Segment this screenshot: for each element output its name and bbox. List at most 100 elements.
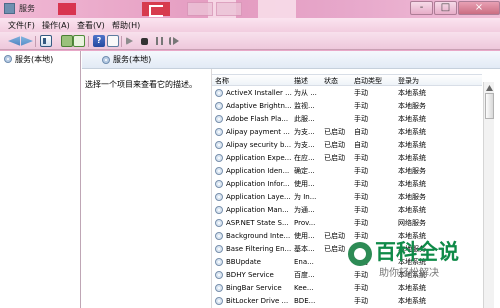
service-gear-icon [215, 115, 223, 123]
column-header-status[interactable]: 状态 [324, 76, 338, 86]
service-description-cell: 此服... [294, 115, 315, 123]
service-log-on-cell: 网络服务 [398, 219, 426, 227]
service-name-cell: Alipay security b... [226, 141, 292, 149]
maximize-button[interactable]: □ [434, 1, 457, 15]
service-name-cell: ASP.NET State S... [226, 219, 289, 227]
service-log-on-cell: 本地系统 [398, 115, 426, 123]
menu-item-file[interactable]: 文件(F) [8, 20, 35, 31]
service-log-on-cell: 本地系统 [398, 128, 426, 136]
table-row[interactable]: Alipay security b... 为支... 已启动 自动 本地系统 [212, 139, 482, 151]
service-gear-icon [215, 258, 223, 266]
table-row[interactable]: Application Expe... 在应... 已启动 手动 本地系统 [212, 152, 482, 164]
service-name-cell: BBUpdate [226, 258, 261, 266]
back-arrow-icon[interactable] [8, 36, 20, 46]
service-gear-icon [215, 180, 223, 188]
menu-item-help[interactable]: 帮助(H) [112, 20, 140, 31]
service-log-on-cell: 本地系统 [398, 154, 426, 162]
service-name-cell: Adaptive Brightn... [226, 102, 292, 110]
forward-arrow-icon[interactable] [21, 36, 33, 46]
table-row[interactable]: Application Infor... 使用... 手动 本地系统 [212, 178, 482, 190]
pause-service-icon[interactable] [156, 37, 163, 45]
start-service-icon[interactable] [126, 37, 133, 45]
toolbar-separator [88, 36, 89, 47]
service-log-on-cell: 本地系统 [398, 297, 426, 305]
service-name-cell: BDHY Service [226, 271, 274, 279]
service-name-cell: Background Inte... [226, 232, 291, 240]
service-gear-icon [215, 89, 223, 97]
scroll-up-arrow-icon[interactable] [486, 85, 493, 91]
minimize-button[interactable]: - [410, 1, 433, 15]
help-icon[interactable]: ? [93, 35, 105, 47]
vertical-scrollbar[interactable] [483, 82, 494, 308]
service-description-cell: BDE... [294, 297, 316, 305]
service-name-cell: Application Man... [226, 206, 289, 214]
service-gear-icon [215, 245, 223, 253]
service-gear-icon [215, 284, 223, 292]
service-log-on-cell: 本地服务 [398, 102, 426, 110]
service-name-cell: BingBar Service [226, 284, 282, 292]
service-status-cell: 已启动 [324, 128, 345, 136]
services-panel-header: 服务(本地) [82, 51, 500, 69]
stop-service-icon[interactable] [141, 38, 148, 45]
service-name-cell: Application Laye... [226, 193, 291, 201]
ghost-box-icon [187, 2, 213, 16]
services-panel-title: 服务(本地) [113, 55, 152, 64]
service-startup-type-cell: 手动 [354, 89, 368, 97]
tree-item-label: 服务(本地) [15, 54, 54, 64]
service-startup-type-cell: 自动 [354, 128, 368, 136]
tree-item-local-services[interactable]: 服务(本地) [4, 53, 78, 65]
close-button[interactable]: × [458, 1, 500, 15]
column-header-description[interactable]: 描述 [294, 76, 308, 86]
service-gear-icon [215, 206, 223, 214]
table-row[interactable]: ASP.NET State S... Prov... 手动 网络服务 [212, 217, 482, 229]
toolbar-separator [35, 36, 36, 47]
service-gear-icon [215, 232, 223, 240]
service-description-cell: 为从 ... [294, 89, 317, 97]
service-name-cell: Base Filtering En... [226, 245, 292, 253]
gear-icon [102, 55, 110, 64]
table-row[interactable]: Application Man... 为通... 手动 本地系统 [212, 204, 482, 216]
red-overlay-mark [58, 3, 76, 15]
table-row[interactable]: Adobe Flash Pla... 此服... 手动 本地系统 [212, 113, 482, 125]
service-description-cell: Kee... [294, 284, 314, 292]
description-text: 选择一个项目来查看它的描述。 [85, 80, 197, 89]
service-description-cell: 为 In... [294, 193, 317, 201]
service-description-cell: 在应... [294, 154, 315, 162]
service-name-cell: Adobe Flash Pla... [226, 115, 289, 123]
service-description-cell: 使用... [294, 180, 315, 188]
table-row[interactable]: ActiveX Installer ... 为从 ... 手动 本地系统 [212, 87, 482, 99]
menu-item-action[interactable]: 操作(A) [42, 20, 70, 31]
service-gear-icon [215, 102, 223, 110]
table-row[interactable]: Application Iden... 确定... 手动 本地服务 [212, 165, 482, 177]
watermark-subtitle: 助你轻松解决 [379, 268, 439, 279]
service-description-cell: 为通... [294, 206, 315, 214]
service-description-cell: 基本... [294, 245, 315, 253]
service-name-cell: Application Infor... [226, 180, 290, 188]
column-header-name[interactable]: 名称 [215, 76, 229, 86]
service-gear-icon [215, 219, 223, 227]
show-hide-console-tree-icon[interactable] [40, 35, 52, 47]
service-startup-type-cell: 手动 [354, 180, 368, 188]
refresh-icon[interactable] [61, 35, 73, 47]
service-description-cell: 为支... [294, 141, 315, 149]
restart-service-icon[interactable] [169, 37, 178, 45]
table-row[interactable]: Alipay payment ... 为支... 已启动 自动 本地系统 [212, 126, 482, 138]
table-row[interactable]: BitLocker Drive ... BDE... 手动 本地系统 [212, 295, 482, 307]
services-window-icon [4, 3, 15, 14]
service-log-on-cell: 本地系统 [398, 206, 426, 214]
service-gear-icon [215, 167, 223, 175]
export-list-icon[interactable] [73, 35, 85, 47]
scrollbar-thumb[interactable] [485, 93, 494, 119]
service-startup-type-cell: 手动 [354, 193, 368, 201]
menu-bar: 文件(F) 操作(A) 查看(V) 帮助(H) [0, 18, 500, 32]
column-header-startup-type[interactable]: 启动类型 [354, 76, 382, 86]
service-gear-icon [215, 128, 223, 136]
service-startup-type-cell: 手动 [354, 297, 368, 305]
service-startup-type-cell: 手动 [354, 206, 368, 214]
table-row[interactable]: Application Laye... 为 In... 手动 本地服务 [212, 191, 482, 203]
service-gear-icon [215, 193, 223, 201]
column-header-log-on-as[interactable]: 登录为 [398, 76, 419, 86]
properties-icon[interactable] [107, 35, 119, 47]
menu-item-view[interactable]: 查看(V) [77, 20, 105, 31]
table-row[interactable]: Adaptive Brightn... 监视... 手动 本地服务 [212, 100, 482, 112]
